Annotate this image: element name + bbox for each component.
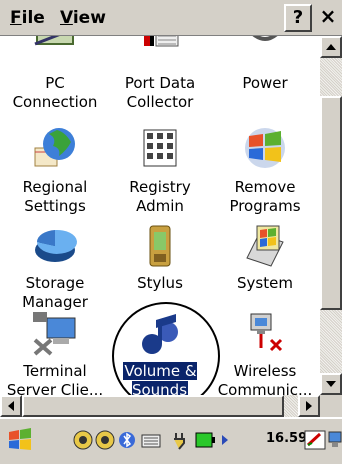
arrow-left-icon: [8, 401, 14, 411]
close-button[interactable]: ×: [314, 4, 342, 32]
arrow-down-icon: [326, 381, 336, 387]
pda-icon: [149, 225, 171, 267]
item-stylus[interactable]: Stylus: [105, 222, 215, 317]
arrow-icon: [222, 435, 228, 445]
item-label: PC Connection: [12, 74, 98, 111]
item-label: Storage Manager: [22, 274, 88, 311]
item-wireless-communications[interactable]: Wireless Communic...: [210, 310, 320, 395]
globe-icon: [34, 128, 75, 167]
network-icon[interactable]: [94, 429, 116, 451]
item-label: Stylus: [137, 274, 183, 292]
item-label: Wireless Communic...: [217, 362, 313, 395]
scroll-up-button[interactable]: [320, 36, 342, 58]
item-terminal-server-client[interactable]: Terminal Server Clie...: [0, 310, 110, 395]
item-volume-sounds[interactable]: Volume & Sounds: [105, 310, 215, 395]
windows-logo-icon: [245, 128, 285, 168]
arrow-up-icon: [326, 44, 336, 50]
start-flag-icon[interactable]: [6, 426, 34, 454]
vertical-scroll-thumb[interactable]: [320, 96, 342, 310]
item-port-data-collector[interactable]: Port Data Collector: [105, 36, 215, 112]
menu-file[interactable]: File: [6, 6, 49, 30]
item-label: Port Data Collector: [124, 74, 196, 111]
power-plug-icon[interactable]: [170, 429, 192, 451]
item-system[interactable]: System: [210, 222, 320, 317]
clock[interactable]: 16.59: [266, 431, 307, 446]
arrow-right-icon: [306, 401, 312, 411]
item-label: Registry Admin: [129, 178, 191, 215]
help-button[interactable]: ?: [284, 4, 312, 32]
display-icon[interactable]: [328, 429, 342, 451]
item-power[interactable]: Power: [210, 36, 320, 112]
taskbar: 16.59: [0, 417, 342, 464]
item-label: Regional Settings: [22, 178, 88, 215]
item-storage-manager[interactable]: Storage Manager: [0, 222, 110, 317]
port-data-collector-icon: [144, 36, 179, 47]
keyboard-icon[interactable]: [140, 429, 162, 451]
system-icon: [246, 225, 284, 267]
bluetooth-icon[interactable]: [116, 429, 138, 451]
music-note-icon: [142, 314, 178, 354]
terminal-server-icon: [33, 312, 76, 356]
horizontal-scrollbar[interactable]: [0, 395, 320, 417]
item-remove-programs[interactable]: Remove Programs: [210, 124, 320, 219]
wireless-icon: [250, 313, 283, 352]
item-pc-connection[interactable]: PC Connection: [0, 36, 110, 112]
pen-icon[interactable]: [304, 429, 326, 451]
battery-icon[interactable]: [194, 429, 216, 451]
item-label: System: [237, 274, 293, 292]
item-label: Remove Programs: [229, 178, 301, 215]
horizontal-scroll-thumb[interactable]: [22, 395, 284, 417]
item-registry-admin[interactable]: Registry Admin: [105, 124, 215, 219]
pie-chart-icon: [35, 229, 77, 262]
registry-icon: [143, 129, 177, 167]
pc-connection-icon: [34, 36, 74, 46]
menu-bar: File View ? ×: [0, 0, 342, 36]
item-label: Volume & Sounds: [105, 361, 215, 395]
item-label: Power: [242, 74, 288, 92]
vertical-scrollbar[interactable]: [320, 36, 342, 395]
power-icon: [252, 36, 278, 41]
menu-view[interactable]: View: [56, 6, 110, 30]
scroll-left-button[interactable]: [0, 395, 22, 417]
scrollbar-corner: [320, 395, 342, 417]
scroll-down-button[interactable]: [320, 373, 342, 395]
item-regional-settings[interactable]: Regional Settings: [0, 124, 110, 219]
network-icon[interactable]: [72, 429, 94, 451]
item-label: Terminal Server Clie...: [6, 362, 104, 395]
control-panel-grid: PC Connection Port Data Collector Power …: [0, 36, 320, 395]
scroll-right-button[interactable]: [298, 395, 320, 417]
